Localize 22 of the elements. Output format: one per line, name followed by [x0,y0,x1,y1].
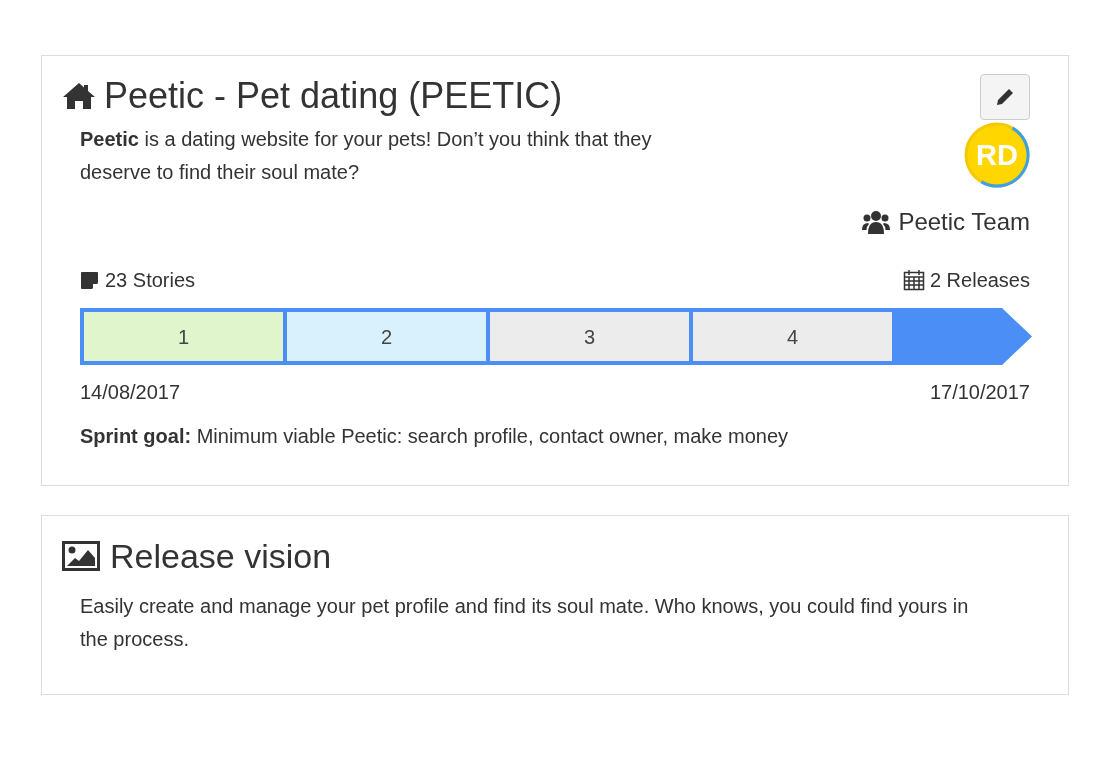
vision-text: Easily create and manage your pet profile and find its soul mate. Who knows, you could find yours in the process. [79,594,970,652]
project-description: Peetic is a dating website for your pets! Don’t you think that they deserve to find their soul mate? [80,127,653,185]
sprint-segment[interactable]: 4 [693,312,892,361]
team-name: Peetic Team [898,207,1030,237]
project-title: Peetic - Pet dating (PEETIC) [104,76,563,116]
users-icon [862,210,891,234]
sprint-segment[interactable]: 3 [490,312,689,361]
edit-button[interactable] [980,74,1030,120]
stories-count: 23 Stories [105,268,196,293]
releases-count: 2 Releases [929,268,1030,293]
sprint-segment[interactable]: 2 [287,312,486,361]
sprint-segment[interactable]: 1 [84,312,283,361]
sprint-goal: Sprint goal: Minimum viable Peetic: search profile, contact owner, make money [80,424,790,449]
vision-title: Release vision [110,536,332,576]
home-icon [62,82,96,110]
end-date: 17/10/2017 [929,380,1030,405]
calendar-icon [902,269,925,291]
note-icon [80,270,99,290]
start-date: 14/08/2017 [80,380,181,405]
pencil-icon [996,88,1014,106]
user-avatar: RD [964,122,1030,188]
image-icon [62,541,100,571]
